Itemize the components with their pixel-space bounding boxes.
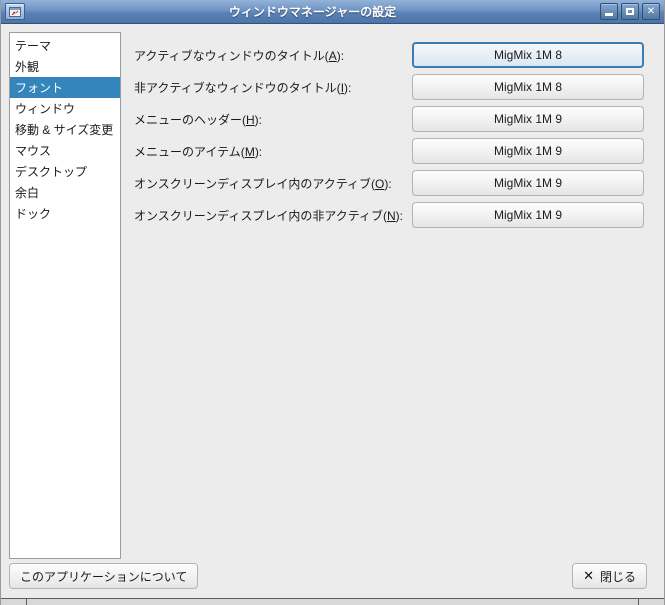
- window-menu-button[interactable]: [5, 3, 25, 20]
- font-button-osd-inactive[interactable]: MigMix 1M 9: [412, 202, 644, 228]
- inactive-title-label: 非アクティブなウィンドウのタイトル(I):: [134, 80, 352, 95]
- main-content: テーマ 外観 フォント ウィンドウ 移動 & サイズ変更 マウス デスクトップ …: [1, 24, 664, 559]
- font-button-inactive-title[interactable]: MigMix 1M 8: [412, 74, 644, 100]
- sidebar-item-appearance[interactable]: 外観: [10, 56, 120, 77]
- minimize-icon: [605, 13, 613, 16]
- resize-grip-left: [26, 599, 27, 605]
- font-button-menu-header[interactable]: MigMix 1M 9: [412, 106, 644, 132]
- osd-active-label: オンスクリーンディスプレイ内のアクティブ(O):: [134, 176, 392, 191]
- sidebar-item-margins[interactable]: 余白: [10, 182, 120, 203]
- about-button[interactable]: このアプリケーションについて: [9, 563, 199, 589]
- minimize-button[interactable]: [600, 3, 618, 20]
- resize-grip-right: [638, 599, 639, 605]
- sidebar-item-move-resize[interactable]: 移動 & サイズ変更: [10, 119, 120, 140]
- xfwm-app-icon: [9, 6, 21, 17]
- font-row-menu-header: メニューのヘッダー(H): MigMix 1M 9: [134, 103, 644, 135]
- maximize-button[interactable]: [621, 3, 639, 20]
- sidebar-item-window[interactable]: ウィンドウ: [10, 98, 120, 119]
- maximize-icon: [626, 8, 634, 15]
- font-button-active-title[interactable]: MigMix 1M 8: [412, 42, 644, 68]
- active-title-label: アクティブなウィンドウのタイトル(A):: [134, 48, 345, 63]
- window-resize-border[interactable]: [1, 598, 664, 605]
- sidebar-item-font[interactable]: フォント: [10, 77, 120, 98]
- osd-inactive-label: オンスクリーンディスプレイ内の非アクティブ(N):: [134, 208, 404, 223]
- menu-header-label: メニューのヘッダー(H):: [134, 112, 263, 127]
- sidebar-item-mouse[interactable]: マウス: [10, 140, 120, 161]
- close-button-icon: ✕: [583, 568, 594, 583]
- close-icon: ✕: [646, 5, 656, 17]
- font-button-osd-active[interactable]: MigMix 1M 9: [412, 170, 644, 196]
- sidebar-item-theme[interactable]: テーマ: [10, 35, 120, 56]
- dialog-footer: このアプリケーションについて ✕ 閉じる: [1, 559, 664, 598]
- font-row-menu-item: メニューのアイテム(M): MigMix 1M 9: [134, 135, 644, 167]
- font-row-inactive-title: 非アクティブなウィンドウのタイトル(I): MigMix 1M 8: [134, 71, 644, 103]
- sidebar-item-desktop[interactable]: デスクトップ: [10, 161, 120, 182]
- settings-category-list: テーマ 外観 フォント ウィンドウ 移動 & サイズ変更 マウス デスクトップ …: [9, 32, 121, 559]
- font-row-active-title: アクティブなウィンドウのタイトル(A): MigMix 1M 8: [134, 39, 644, 71]
- close-dialog-button[interactable]: ✕ 閉じる: [572, 563, 647, 589]
- font-row-osd-inactive: オンスクリーンディスプレイ内の非アクティブ(N): MigMix 1M 9: [134, 199, 644, 231]
- font-row-osd-active: オンスクリーンディスプレイ内のアクティブ(O): MigMix 1M 9: [134, 167, 644, 199]
- window-title: ウィンドウマネージャーの設定: [228, 5, 397, 19]
- font-settings-panel: アクティブなウィンドウのタイトル(A): MigMix 1M 8 非アクティブな…: [121, 32, 644, 559]
- menu-item-label: メニューのアイテム(M):: [134, 144, 263, 159]
- close-button-label: 閉じる: [599, 569, 636, 584]
- close-window-button[interactable]: ✕: [642, 3, 660, 20]
- window-manager-settings-dialog: ウィンドウマネージャーの設定 ✕ テーマ 外観 フォント ウィンドウ 移動 & …: [0, 0, 665, 605]
- sidebar-item-dock[interactable]: ドック: [10, 203, 120, 224]
- titlebar[interactable]: ウィンドウマネージャーの設定 ✕: [1, 0, 664, 24]
- window-controls: ✕: [600, 3, 660, 20]
- font-button-menu-item[interactable]: MigMix 1M 9: [412, 138, 644, 164]
